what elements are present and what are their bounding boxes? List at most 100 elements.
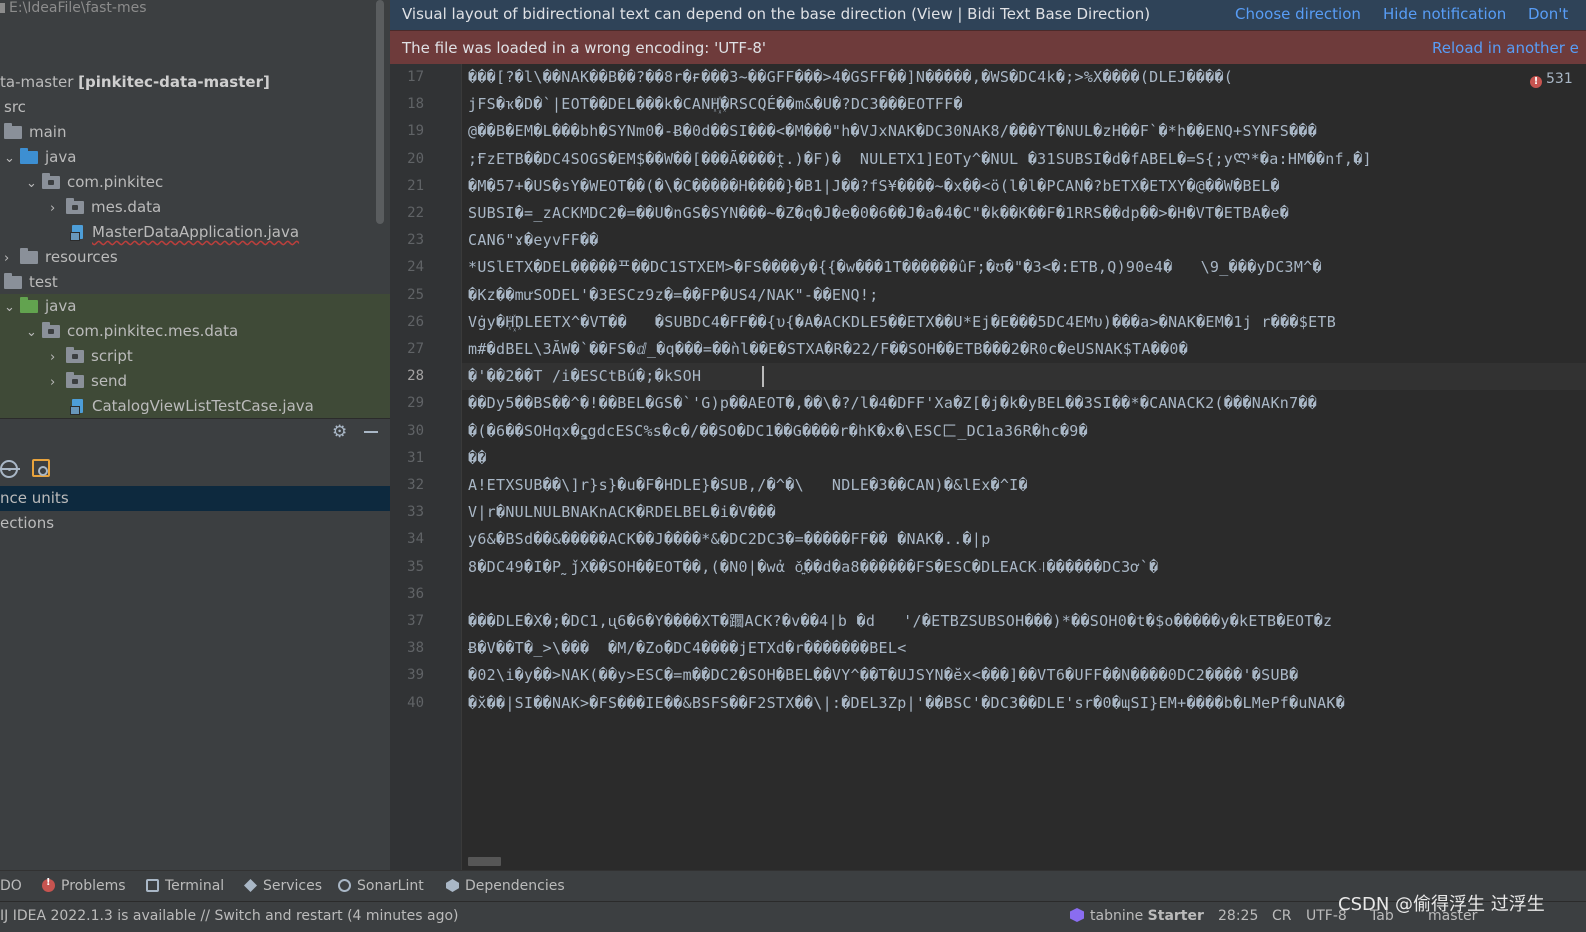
line-number: 26 [407,313,424,330]
tree-mes-data-row[interactable]: › mes.data [50,195,161,220]
package-icon [66,198,84,214]
project-panel: E:\IdeaFile\fast-mes ta-master [pinkitec… [0,0,390,880]
line-number: 25 [407,286,424,303]
line-number: 31 [407,449,424,466]
update-message[interactable]: IJ IDEA 2022.1.3 is available // Switch … [0,908,459,924]
tree-master-file-row[interactable]: MasterDataApplication.java [70,220,299,245]
tabnine-icon [1070,908,1084,922]
chevron-down-icon[interactable]: ⌄ [4,147,15,171]
tabnine-widget[interactable]: tabnine Starter [1070,908,1204,924]
line-number: 39 [407,667,424,684]
tree-send-row[interactable]: › send [0,369,390,394]
code-line[interactable]: ��Dy5��BS��^�!��BEL�GS�`'G)p��AEOT�,��\�… [468,390,1317,417]
code-line[interactable]: SUBSI�=_zACKMDC2�=��U�nGS�SYN���~�Z�q�J�… [468,200,1289,227]
line-number: 37 [407,613,424,629]
chevron-down-icon[interactable]: ⌄ [26,172,37,196]
code-line[interactable]: �x̆��|SI��NAK>�FS���IE��&BSFS��F2STX��\|… [468,690,1345,717]
code-line[interactable]: V|r�NULNULBNAKnACK�RDELBEL�i�V��� [468,499,776,526]
toolwindow-toolbar [0,456,390,484]
code-line[interactable]: Ƀ�V��T�_>\��� �M/�Zo�DC4����jETXd�r�����… [468,635,907,662]
tab-dependencies[interactable]: Dependencies [446,878,565,894]
code-line[interactable]: A!ETXSUB��\]r}s}�u�F�HDLE}�SUB,/�^�\ NDL… [468,472,1028,499]
encoding-notification: The file was loaded in a wrong encoding:… [390,30,1586,64]
tab-sonarlint[interactable]: SonarLint [338,878,424,894]
code-line[interactable]: *USlETX�DEL�����ᄑ��DC1STXEM>�FS����y�{{�… [468,254,1322,281]
chevron-down-icon[interactable]: ⌄ [4,296,15,320]
tab-services[interactable]: Services [244,878,322,894]
line-number: 35 [407,558,424,575]
chevron-right-icon[interactable]: › [4,247,14,271]
hide-notification-link[interactable]: Hide notification [1383,0,1506,28]
code-line[interactable]: jFS�ҡ�D�`|EOT��DEL���k�CANH꙰�RSCQÉ��m&�U… [468,91,963,118]
line-number: 36 [407,585,424,602]
package-icon [42,322,60,338]
code-line[interactable]: ���DLE�X�;�DC1,ᶙ6�6�Y����XT�躢ACK?�v��4|b… [468,608,1332,635]
services-icon [244,879,257,892]
line-number: 38 [407,640,424,657]
tree-module-row[interactable]: ta-master [pinkitec-data-master] [0,70,270,95]
code-line[interactable]: �� [468,445,487,472]
text-caret [762,366,764,388]
code-line[interactable]: �'��2��T /i�ESCtBú�;�kSOH [468,363,701,390]
run-config-icon[interactable] [32,459,50,477]
dependencies-icon [446,879,459,892]
line-number: 29 [407,395,424,412]
bidi-message: Visual layout of bidirectional text can … [402,5,1151,23]
chevron-down-icon[interactable]: ⌄ [26,321,37,345]
tree-script-row[interactable]: › script [0,344,390,369]
folder-icon [4,123,22,139]
tree-test-java-row[interactable]: ⌄ java [0,294,390,319]
tab-terminal[interactable]: Terminal [146,878,224,894]
minimize-icon[interactable] [364,431,378,433]
code-line[interactable]: m#�dBEL\3ӐW�`��FS�ⅆ_�q���=��ǹl��E�STXA�R… [468,336,1188,363]
line-separator[interactable]: CR [1272,908,1292,924]
tree-test-package-row[interactable]: ⌄ com.pinkitec.mes.data [0,319,390,344]
toolwindow-row-units[interactable]: nce units [0,486,390,511]
tree-main-row[interactable]: main [4,120,66,145]
chevron-right-icon[interactable]: › [50,371,60,395]
line-number: 32 [407,477,424,493]
tree-java-row[interactable]: ⌄ java [4,145,76,170]
line-number: 17 [407,69,424,85]
line-number: 34 [407,531,424,548]
chevron-right-icon[interactable]: › [50,346,60,370]
caret-position[interactable]: 28:25 [1218,908,1258,924]
tab-problems[interactable]: Problems [42,877,126,894]
choose-direction-link[interactable]: Choose direction [1235,0,1361,28]
code-line[interactable]: �M�57+�US�sY�WEOT��(�\�C�����H����}�B1|J… [468,173,1280,200]
tree-test-row[interactable]: test [4,270,58,295]
line-number: 18 [407,96,424,113]
tree-resources-row[interactable]: › resources [4,245,118,270]
horizontal-scrollbar[interactable] [468,857,501,866]
line-number: 30 [407,422,424,439]
watermark: CSDN @偷得浮生 过浮生 [1338,894,1545,915]
code-line[interactable]: ;ҒzETB��DC4SOGS�EM$��W��[���Ã����ṱ.)�F)�… [468,146,1372,173]
chevron-right-icon[interactable]: › [50,197,60,221]
locate-icon[interactable] [0,460,20,478]
tree-src-row[interactable]: src [4,95,26,120]
code-line[interactable]: 8�DC49�I�P˷ǰX��SOH��EOT��,(�N0|�wἀ ǒ͍��d… [468,554,1158,581]
toolwindow-row-sections[interactable]: ections [0,511,390,536]
line-number: 21 [407,177,424,194]
gear-icon[interactable]: ⚙ [332,423,350,441]
line-number: 24 [407,259,424,276]
line-number: 27 [407,341,424,357]
tree-scrollbar[interactable] [376,0,384,224]
source-folder-icon [20,148,38,164]
tree-package-row[interactable]: ⌄ com.pinkitec [26,170,163,195]
tab-todo[interactable]: DO [0,878,22,894]
error-badge[interactable]: ! 531 [1530,71,1573,88]
dont-show-link[interactable]: Don't [1528,0,1568,28]
line-number: 40 [407,694,424,711]
code-line[interactable]: �02\i�y��>NAK(��y>ESC�=m��DC2�SOH�BEL��V… [468,662,1298,689]
code-line[interactable]: CAN6"ɤ�eyvFF�� [468,227,599,254]
code-line[interactable]: ���[?�l\��NAK��B��?��8r�ғ���3~��GFF���>4… [468,64,1233,91]
code-line[interactable]: �Kz��mưSODEL'�3ESCz9z�=��FP�US4/NAK"-��E… [468,282,879,309]
reload-encoding-link[interactable]: Reload in another e [1432,31,1579,65]
code-line[interactable]: @��B�EM�L���bh�SYNm0�-Ƀ�0d��SI���<�M���"… [468,118,1317,145]
code-line[interactable]: y6&�BSd��&�����ACK��Ј����*&�DC2DC3�=����… [468,526,991,553]
tree-test-file-row[interactable]: CatalogViewListTestCase.java [0,394,390,418]
code-line[interactable]: �(�6��SOHqx�ꞔ͇gdcESC%s�c�/��SO�DC1��G���… [468,418,1088,445]
code-line[interactable]: Vġy�H꙰DLEETX^�VT�� �SUBDC4�FF��{υ{�A�ACK… [468,309,1336,336]
project-tree: E:\IdeaFile\fast-mes ta-master [pinkitec… [0,0,390,418]
